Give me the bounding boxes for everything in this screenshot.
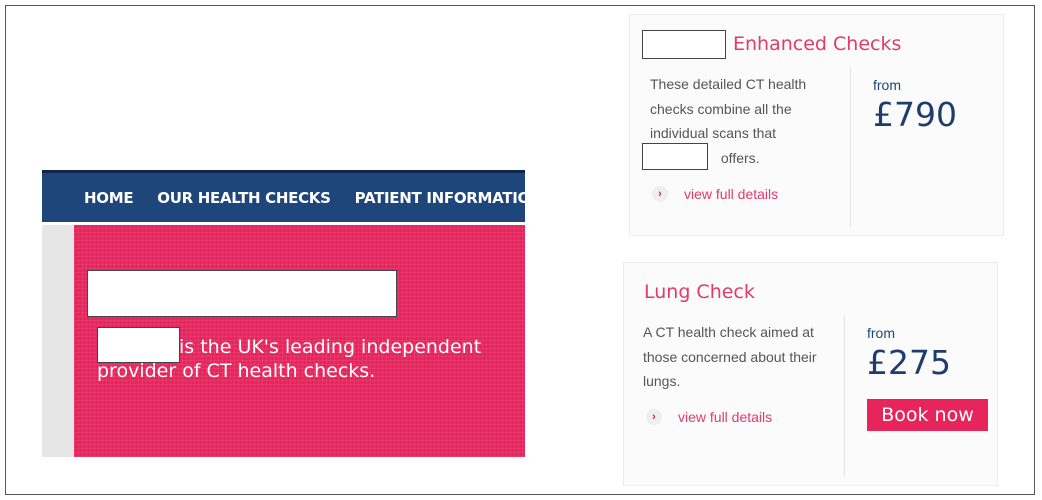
chevron-right-icon: › [646, 409, 662, 425]
redacted-brand-name [642, 143, 708, 170]
hero-side-strip [42, 225, 74, 457]
from-label: from [867, 325, 895, 341]
nav-patient-information[interactable]: PATIENT INFORMATION [343, 189, 555, 207]
enhanced-checks-card: Enhanced Checks These detailed CT health… [629, 14, 1004, 236]
from-label: from [873, 77, 901, 93]
view-details-label: view full details [678, 409, 773, 425]
view-details-label: view full details [684, 186, 779, 202]
price: £790 [873, 95, 957, 134]
nav-home[interactable]: HOME [42, 189, 145, 207]
card-title: Enhanced Checks [733, 33, 902, 55]
book-now-button[interactable]: Book now [867, 399, 988, 431]
redacted-brand-name [642, 30, 726, 59]
website-header: HOME OUR HEALTH CHECKS PATIENT INFORMATI… [42, 170, 543, 457]
hero-tagline: is the UK's leading independent provider… [97, 336, 482, 382]
view-details-link[interactable]: › view full details [652, 186, 778, 202]
card-divider [844, 315, 845, 477]
card-description: A CT health check aimed at those concern… [643, 324, 817, 389]
view-details-link[interactable]: › view full details [646, 409, 772, 425]
card-title: Lung Check [644, 281, 755, 303]
redacted-logo-box [87, 270, 397, 317]
chevron-right-icon: › [652, 186, 668, 202]
lung-check-card: Lung Check A CT health check aimed at th… [623, 262, 998, 486]
card-divider [850, 67, 851, 227]
nav-our-health-checks[interactable]: OUR HEALTH CHECKS [145, 189, 342, 207]
hero-banner: is the UK's leading independent provider… [74, 225, 525, 457]
price: £275 [867, 343, 951, 382]
main-nav: HOME OUR HEALTH CHECKS PATIENT INFORMATI… [42, 170, 543, 222]
